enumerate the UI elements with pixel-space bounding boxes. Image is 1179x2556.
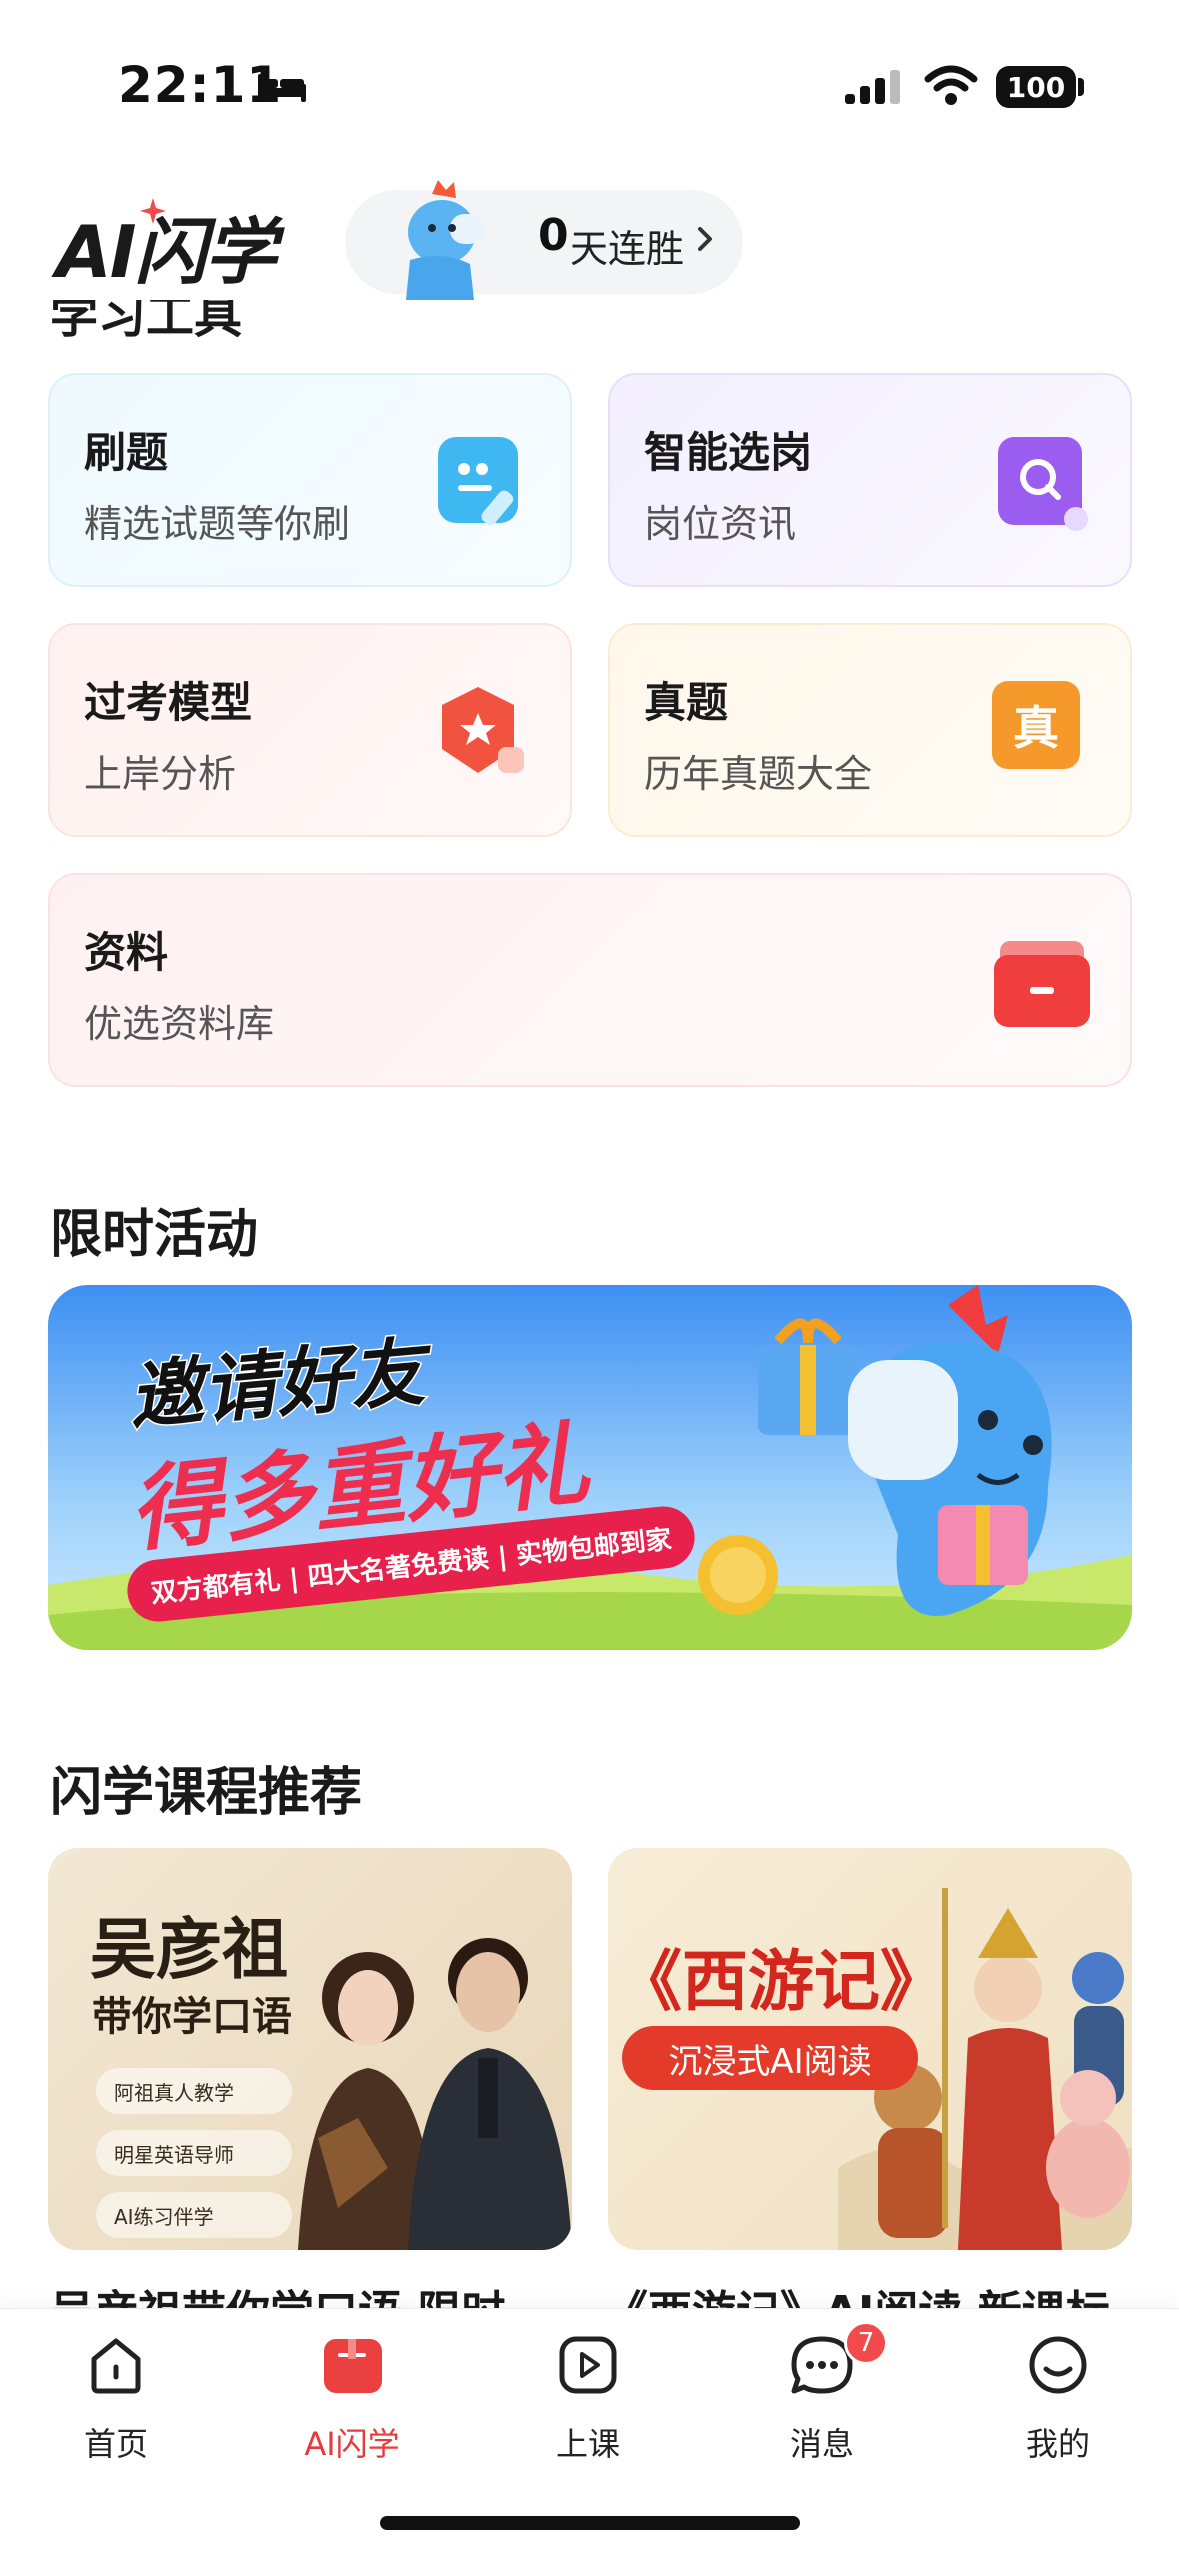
tools-section-title: 学习工具 (50, 300, 243, 342)
tab-label: 上课 (555, 2425, 620, 2463)
chevron-right-icon (698, 227, 712, 251)
folder-icon (994, 941, 1090, 1027)
course-card-wu[interactable]: 吴彦祖 带你学口语 阿祖真人教学 明星英语导师 AI练习伴学 (48, 1848, 572, 2250)
course-tag: 阿祖真人教学 (96, 2068, 292, 2114)
streak-count: 0 (538, 210, 569, 261)
battery-indicator: 100 (996, 66, 1076, 108)
tool-card-shuati[interactable]: 刷题 精选试题等你刷 (48, 373, 572, 587)
tool-subtitle: 岗位资讯 (644, 502, 797, 546)
play-icon (559, 2336, 617, 2394)
tab-profile[interactable]: 我的 (968, 2333, 1148, 2483)
tool-subtitle: 精选试题等你刷 (84, 502, 351, 546)
instructors-photo (298, 1938, 572, 2250)
activity-section-title: 限时活动 (50, 1205, 259, 1265)
tab-label: AI闪学 (304, 2425, 400, 2463)
tab-label: 消息 (789, 2425, 854, 2463)
course-card-xiyouji[interactable]: 《西游记》 沉浸式AI阅读 (608, 1848, 1132, 2250)
course-cover-title: 吴彦祖 (90, 1910, 288, 1988)
tool-card-ziliao[interactable]: 资料 优选资料库 (48, 873, 1132, 1087)
bed-icon (258, 74, 306, 102)
tab-home[interactable]: 首页 (26, 2333, 206, 2483)
zhenti-icon: 真 (992, 681, 1080, 769)
quiz-icon (438, 437, 518, 526)
battery-cap (1078, 78, 1084, 96)
tool-title: 刷题 (84, 428, 169, 477)
tab-label: 我的 (1025, 2425, 1090, 2463)
tool-title: 真题 (644, 678, 729, 727)
tool-card-zhenti[interactable]: 真题 历年真题大全 真 (608, 623, 1132, 837)
badge-star-icon (442, 687, 524, 773)
course-tag: 明星英语导师 (96, 2130, 292, 2176)
tab-label: 首页 (83, 2425, 148, 2463)
course-cover-subtitle: 沉浸式AI阅读 (622, 2026, 918, 2090)
tool-subtitle: 历年真题大全 (644, 752, 873, 796)
tool-subtitle: 上岸分析 (84, 752, 237, 796)
tool-title: 智能选岗 (644, 428, 813, 477)
tab-ai-shanxue[interactable]: AI闪学 (262, 2333, 442, 2483)
sparkle-icon (140, 198, 166, 224)
tab-messages[interactable]: 7 消息 (732, 2321, 912, 2483)
tool-card-guokao[interactable]: 过考模型 上岸分析 (48, 623, 572, 837)
invite-banner[interactable]: 邀请好友 得多重好礼 双方都有礼 | 四大名著免费读 | 实物包邮到家 (48, 1285, 1132, 1650)
course-section-title: 闪学课程推荐 (50, 1763, 363, 1823)
profile-icon (1029, 2336, 1087, 2394)
mascot-icon (406, 180, 484, 300)
home-indicator (380, 2516, 800, 2530)
message-count-badge: 7 (844, 2321, 888, 2365)
wifi-icon (924, 65, 978, 105)
tool-subtitle: 优选资料库 (84, 1002, 275, 1046)
tool-card-zhineng[interactable]: 智能选岗 岗位资讯 (608, 373, 1132, 587)
course-cover-title: 《西游记》 (616, 1942, 946, 2020)
book-icon (324, 2339, 382, 2393)
course-tag: AI练习伴学 (96, 2192, 292, 2238)
tool-title: 资料 (84, 928, 169, 977)
mascot-gift-illustration (698, 1285, 1052, 1616)
streak-label: 天连胜 (570, 227, 685, 271)
course-cover-subtitle: 带你学口语 (92, 1994, 292, 2040)
status-bar: 22:11 100 (0, 0, 1179, 170)
signal-icon (845, 70, 900, 104)
home-icon (91, 2338, 141, 2394)
tab-class[interactable]: 上课 (498, 2333, 678, 2483)
job-search-icon (998, 437, 1088, 531)
tool-title: 过考模型 (84, 678, 253, 727)
